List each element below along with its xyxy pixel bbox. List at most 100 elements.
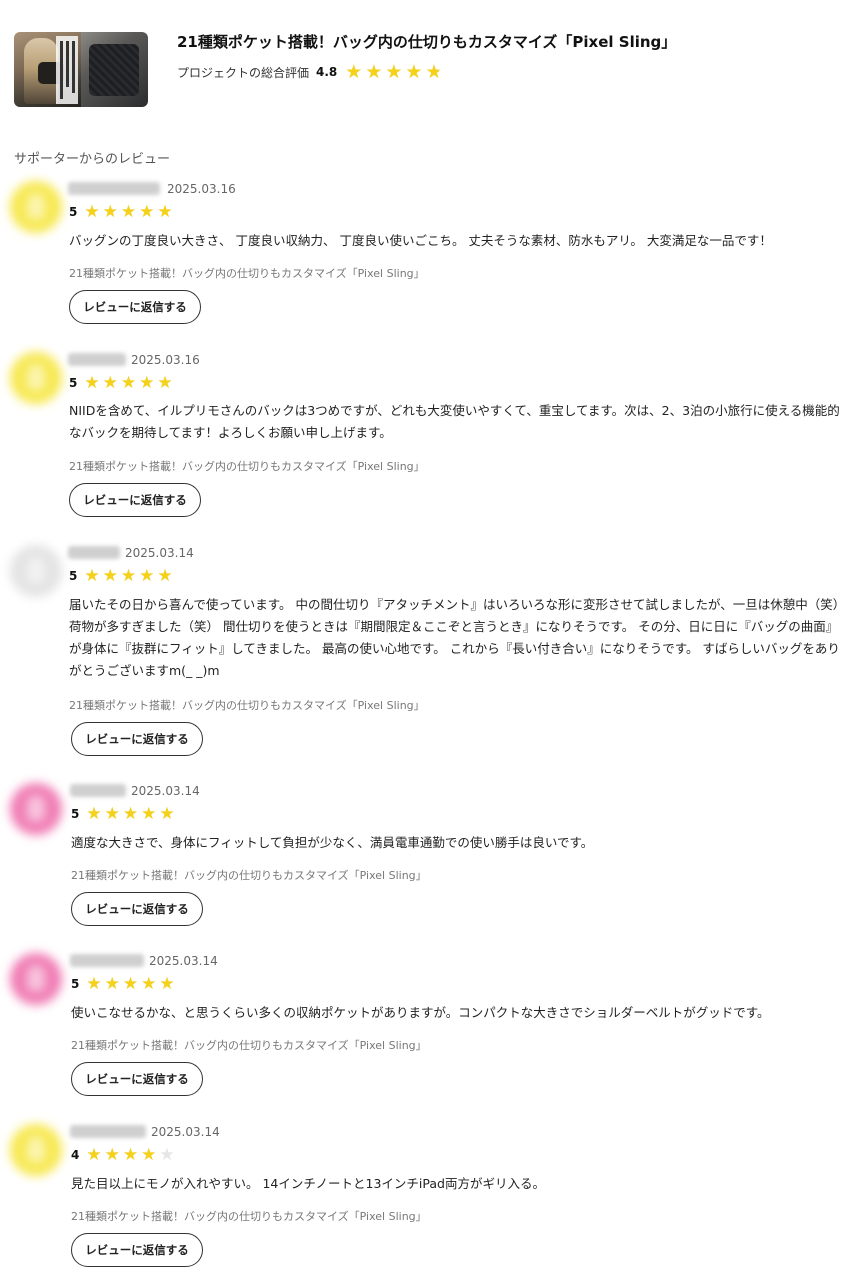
review-card: 2025.03.14 4 ★★★★★★★★★★ 見た目以上にモノが入れやすい。 … [0,1119,867,1269]
reviewer-name-blurred [68,546,120,559]
review-stars: ★★★★★★★★★★ [86,803,177,824]
review-project-link[interactable]: 21種類ポケット搭載！バッグ内の仕切りもカスタマイズ「Pixel Sling」 [69,697,425,713]
reply-to-review-button[interactable]: レビューに返信する [71,722,203,756]
star-empty-icon: ★★ [159,1144,175,1165]
review-project-link[interactable]: 21種類ポケット搭載！バッグ内の仕切りもカスタマイズ「Pixel Sling」 [71,1208,427,1224]
star-filled-icon: ★ ★ [157,372,173,393]
reviewer-name-blurred [68,182,160,195]
review-rating: 5 ★ ★ ★ ★ ★ ★ ★ ★ ★ ★ [69,373,176,393]
reply-to-review-button[interactable]: レビューに返信する [71,892,203,926]
review-score: 5 [71,807,80,821]
review-project-link[interactable]: 21種類ポケット搭載！バッグ内の仕切りもカスタマイズ「Pixel Sling」 [71,1037,427,1053]
star-filled-icon: ★ ★ [86,803,102,824]
star-filled-icon: ★ ★ [139,565,155,586]
review-stars: ★★★★★★★★★★ [84,201,175,222]
review-score: 5 [69,205,78,219]
star-filled-icon: ★ ★ [139,201,155,222]
star-filled-icon: ★ ★ [141,1144,157,1165]
review-card: 2025.03.14 5 ★ ★ ★ ★ ★ ★ ★ ★ ★ ★ 適度な大きさで、身体にフィットし… [0,778,867,928]
avatar [10,1124,62,1176]
review-card: 2025.03.14 5 ★ ★ ★ ★ ★ ★ ★ ★ ★ ★ 届いたその日から喜んで使っていま… [0,540,867,760]
star-filled-icon: ★ ★ [122,803,139,824]
review-rating: 5 ★ ★ ★ ★ ★ ★ ★ ★ ★ ★ [71,804,178,824]
star-filled-icon: ★ ★ [141,803,157,824]
review-body: バッグンの丁度良い大きさ、 丁度良い収納力、 丁度良い使いごこち。 丈夫そうな素… [69,233,772,248]
star-filled-icon: ★ ★ [120,372,137,393]
reviewer-name-blurred [68,353,126,366]
star-filled-icon: ★ ★ [159,973,175,994]
review-stars: ★★★★★★★★★★ [84,565,175,586]
reviewer-name-blurred [70,954,144,967]
reply-to-review-button[interactable]: レビューに返信する [71,1062,203,1096]
star-filled-icon: ★ ★ [405,60,423,83]
rating-value: 4.8 [316,65,338,79]
review-stars: ★★★★★★★★★★ [86,973,177,994]
review-score: 5 [69,376,78,390]
star-filled-icon: ★ ★ [84,565,100,586]
reply-to-review-button[interactable]: レビューに返信する [71,1233,203,1267]
star-filled-icon: ★ ★ [102,201,118,222]
star-filled-icon: ★ ★ [141,973,157,994]
star-filled-icon: ★ ★ [104,973,120,994]
review-stars: ★★★★★★★★★★ [86,1144,177,1165]
rating-stars: ★ ★ ★ ★ ★ ★ ★ ★ ★ ★ [345,60,445,83]
review-project-link[interactable]: 21種類ポケット搭載！バッグ内の仕切りもカスタマイズ「Pixel Sling」 [69,458,425,474]
avatar [10,545,62,597]
review-rating: 5 ★ ★ ★ ★ ★ ★ ★ ★ ★ ★ [69,566,176,586]
review-body: 見た目以上にモノが入れやすい。 14インチノートと13インチiPad両方がギリ入… [71,1176,545,1191]
review-score: 5 [71,977,80,991]
review-score: 5 [69,569,78,583]
star-filled-icon: ★ ★ [86,1144,102,1165]
review-rating: 5 ★ ★ ★ ★ ★ ★ ★ ★ ★ ★ [69,202,176,222]
review-date: 2025.03.14 [149,954,218,968]
review-project-link[interactable]: 21種類ポケット搭載！バッグ内の仕切りもカスタマイズ「Pixel Sling」 [69,265,425,281]
star-filled-icon: ★ ★ [345,60,363,83]
reply-to-review-button[interactable]: レビューに返信する [69,483,201,517]
star-filled-icon: ★ ★ [104,803,120,824]
project-title[interactable]: 21種類ポケット搭載！バッグ内の仕切りもカスタマイズ「Pixel Sling」 [177,31,676,52]
review-body: NIIDを含めて、イルプリモさんのバックは3つめですが、どれも大変使いやすくて、… [69,403,840,440]
star-filled-icon: ★ ★ [104,1144,120,1165]
star-filled-icon: ★ ★ [365,60,383,83]
reviewer-name-blurred [70,784,126,797]
review-date: 2025.03.16 [131,353,200,367]
avatar [10,953,62,1005]
reply-to-review-button[interactable]: レビューに返信する [69,290,201,324]
star-filled-icon: ★ ★ [139,372,155,393]
thumbnail-photo-left [14,32,81,107]
project-thumbnail[interactable] [14,32,148,107]
avatar [10,783,62,835]
review-date: 2025.03.14 [125,546,194,560]
star-filled-icon: ★ ★ [102,372,118,393]
section-title: サポーターからのレビュー [14,152,171,167]
star-filled-icon: ★ ★ [385,60,403,83]
star-filled-icon: ★ ★ [122,973,139,994]
star-filled-icon: ★ ★ [120,565,137,586]
review-rating: 4 ★★★★★★★★★★ [71,1145,178,1165]
review-date: 2025.03.14 [131,784,200,798]
review-project-link[interactable]: 21種類ポケット搭載！バッグ内の仕切りもカスタマイズ「Pixel Sling」 [71,867,427,883]
star-filled-icon: ★ ★ [159,803,175,824]
review-body: 届いたその日から喜んで使っています。 中の間仕切り『アタッチメント』はいろいろな… [69,597,846,678]
review-body: 使いこなせるかな、と思うくらい多くの収納ポケットがありますが。コンパクトな大きさ… [71,1005,770,1020]
review-stars: ★★★★★★★★★★ [84,372,175,393]
star-filled-icon: ★ ★ [84,201,100,222]
review-card: 2025.03.16 5 ★ ★ ★ ★ ★ ★ ★ ★ ★ ★ NIIDを含めて、イルプリモさん… [0,347,867,527]
reviewer-name-blurred [70,1125,146,1138]
project-header: 21種類ポケット搭載！バッグ内の仕切りもカスタマイズ「Pixel Sling」 … [14,31,854,109]
star-filled-icon: ★ ★ [120,201,137,222]
star-half-icon: ★ ★ [425,60,443,83]
project-rating: プロジェクトの総合評価 4.8 ★ ★ ★ ★ ★ ★ ★ ★ ★ ★ [177,61,446,83]
star-filled-icon: ★ ★ [157,565,173,586]
star-filled-icon: ★ ★ [86,973,102,994]
star-filled-icon: ★ ★ [102,565,118,586]
review-body: 適度な大きさで、身体にフィットして負担が少なく、満員電車通勤での使い勝手は良いで… [71,835,594,850]
review-score: 4 [71,1148,80,1162]
star-filled-icon: ★ ★ [122,1144,139,1165]
thumbnail-photo-right [81,32,148,107]
review-date: 2025.03.16 [167,182,236,196]
review-rating: 5 ★ ★ ★ ★ ★ ★ ★ ★ ★ ★ [71,974,178,994]
avatar [10,352,62,404]
star-filled-icon: ★ ★ [157,201,173,222]
review-card: 2025.03.16 5 ★ ★ ★ ★ ★ ★ ★ ★ ★ ★ バッグンの丁度良い大きさ、 丁度… [0,176,867,336]
